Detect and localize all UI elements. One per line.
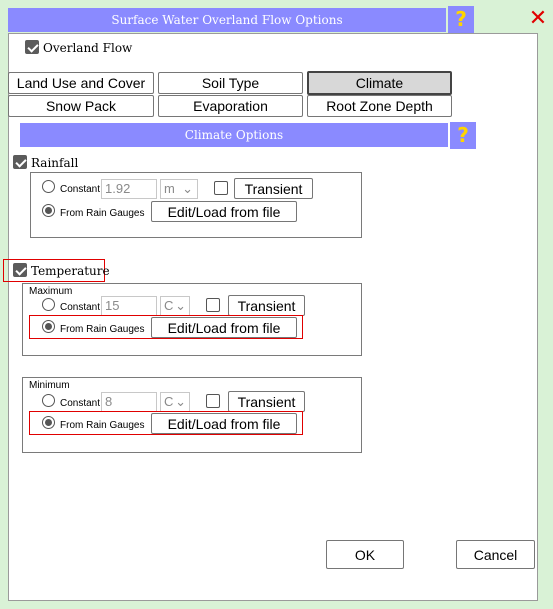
maximum-label: Maximum [29,286,73,297]
minimum-constant-input[interactable]: 8 [101,392,157,412]
climate-help-icon[interactable]: ? [450,122,476,149]
minimum-gauges-label: From Rain Gauges [60,420,145,431]
rainfall-transient-button[interactable]: Transient [234,178,313,199]
close-icon[interactable]: ✕ [527,8,549,30]
minimum-label: Minimum [29,380,70,391]
rainfall-constant-radio[interactable] [42,180,55,193]
climate-options-title: Climate Options [20,123,448,147]
minimum-unit-value: C [164,394,174,409]
maximum-constant-radio[interactable] [42,298,55,311]
minimum-constant-label: Constant [60,398,101,409]
help-icon[interactable]: ? [448,6,474,34]
maximum-constant-label: Constant [60,302,101,313]
tab-land-use-and-cover[interactable]: Land Use and Cover [8,72,154,94]
overland-flow-label: Overland Flow [43,41,133,55]
rainfall-checkbox[interactable] [13,155,27,169]
rainfall-transient-checkbox[interactable] [214,181,228,195]
rainfall-gauges-radio[interactable] [42,204,55,217]
rainfall-constant-input[interactable]: 1.92 [101,179,157,199]
dialog-window: { "window": { "title": "Surface Water Ov… [0,0,553,609]
minimum-edit-load-button[interactable]: Edit/Load from file [151,413,297,434]
maximum-transient-button[interactable]: Transient [228,295,305,316]
overland-flow-checkbox[interactable] [25,40,39,54]
ok-button[interactable]: OK [326,540,404,569]
maximum-gauges-label: From Rain Gauges [60,324,145,335]
temperature-label: Temperature [31,264,110,278]
maximum-unit-value: C [164,298,174,313]
tab-soil-type[interactable]: Soil Type [158,72,303,94]
chevron-down-icon: ⌄ [175,298,186,313]
tab-climate[interactable]: Climate [307,71,452,95]
rainfall-constant-label: Constant [60,184,101,195]
minimum-constant-radio[interactable] [42,394,55,407]
temperature-checkbox[interactable] [13,263,27,277]
chevron-down-icon: ⌄ [175,394,186,409]
rainfall-edit-load-button[interactable]: Edit/Load from file [151,201,297,222]
minimum-transient-checkbox[interactable] [206,394,220,408]
maximum-unit-select[interactable]: C ⌄ [160,296,190,316]
maximum-gauges-radio[interactable] [42,320,55,333]
rainfall-gauges-label: From Rain Gauges [60,208,145,219]
minimum-gauges-radio[interactable] [42,416,55,429]
minimum-transient-button[interactable]: Transient [228,391,305,412]
tab-root-zone-depth[interactable]: Root Zone Depth [307,95,452,117]
cancel-button[interactable]: Cancel [456,540,535,569]
minimum-unit-select[interactable]: C ⌄ [160,392,190,412]
maximum-edit-load-button[interactable]: Edit/Load from file [151,317,297,338]
window-title: Surface Water Overland Flow Options [8,8,446,32]
chevron-down-icon: ⌄ [182,181,193,196]
rainfall-unit-select[interactable]: m ⌄ [160,179,198,199]
rainfall-unit-value: m [164,181,175,196]
maximum-constant-input[interactable]: 15 [101,296,157,316]
tab-evaporation[interactable]: Evaporation [158,95,303,117]
rainfall-label: Rainfall [31,156,79,170]
maximum-transient-checkbox[interactable] [206,298,220,312]
tab-snow-pack[interactable]: Snow Pack [8,95,154,117]
